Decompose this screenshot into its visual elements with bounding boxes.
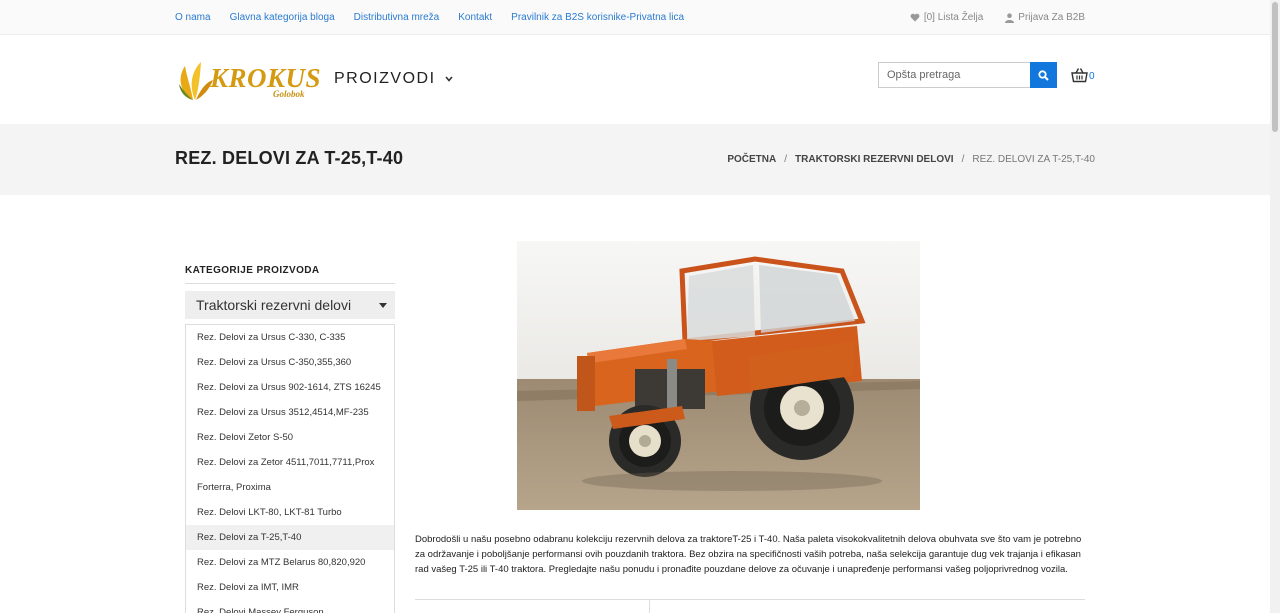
nav-link-blog[interactable]: Glavna kategorija bloga — [230, 12, 335, 23]
wishlist-link[interactable]: [0] Lista Želja — [910, 12, 983, 23]
page-title-band: REZ. DELOVI ZA T-25,T-40 POČETNA / TRAKT… — [0, 124, 1270, 195]
content-divider — [415, 599, 1085, 600]
crocus-flower-icon — [179, 62, 213, 100]
search-icon — [1038, 69, 1049, 81]
category-description: Dobrodošli u našu posebno odabranu kolek… — [415, 534, 1082, 575]
breadcrumb-home[interactable]: POČETNA — [727, 154, 776, 165]
category-list-item[interactable]: Rez. Delovi Massey Ferguson — [186, 600, 394, 613]
nav-link-about[interactable]: O nama — [175, 12, 211, 23]
login-label: Prijava Za B2B — [1018, 12, 1085, 23]
user-icon — [1005, 12, 1015, 23]
heart-icon — [910, 13, 920, 22]
logo-subtitle: Golobok — [273, 89, 305, 99]
category-list-item[interactable]: Rez. Delovi za IMT, IMR — [186, 575, 394, 600]
content-column-divider — [649, 600, 650, 613]
category-list-item[interactable]: Forterra, Proxima — [186, 475, 394, 500]
search-input[interactable] — [878, 62, 1030, 88]
breadcrumb-current: REZ. DELOVI ZA T-25,T-40 — [972, 154, 1095, 165]
breadcrumb: POČETNA / TRAKTORSKI REZERVNI DELOVI / R… — [727, 154, 1095, 165]
site-header: KROKUS Golobok PROIZVODI 0 — [0, 35, 1270, 124]
nav-link-rules[interactable]: Pravilnik za B2S korisnike-Privatna lica — [511, 12, 684, 23]
search-bar — [878, 62, 1057, 88]
top-right-links: [0] Lista Želja Prijava Za B2B — [888, 0, 1085, 35]
breadcrumb-category[interactable]: TRAKTORSKI REZERVNI DELOVI — [795, 154, 954, 165]
category-list-item[interactable]: Rez. Delovi za Ursus C-330, C-335 — [186, 325, 394, 350]
caret-down-icon — [379, 302, 387, 308]
cart-button[interactable]: 0 — [1071, 67, 1095, 83]
top-bar: O nama Glavna kategorija bloga Distribut… — [0, 0, 1270, 35]
breadcrumb-separator: / — [784, 154, 788, 165]
chevron-down-icon — [444, 74, 453, 85]
top-nav: O nama Glavna kategorija bloga Distribut… — [175, 0, 703, 35]
nav-link-contact[interactable]: Kontakt — [458, 12, 492, 23]
products-label: PROIZVODI — [334, 70, 436, 87]
category-list-item[interactable]: Rez. Delovi za MTZ Belarus 80,820,920 — [186, 550, 394, 575]
site-logo[interactable]: KROKUS Golobok — [175, 60, 321, 102]
scrollbar-thumb[interactable] — [1272, 2, 1278, 132]
category-list-item[interactable]: Rez. Delovi za Ursus C-350,355,360 — [186, 350, 394, 375]
basket-icon — [1071, 68, 1088, 83]
page-title: REZ. DELOVI ZA T-25,T-40 — [175, 148, 404, 168]
search-button[interactable] — [1030, 62, 1057, 88]
breadcrumb-separator: / — [961, 154, 965, 165]
category-list-item[interactable]: Rez. Delovi Zetor S-50 — [186, 425, 394, 450]
products-menu[interactable]: PROIZVODI — [334, 70, 453, 88]
category-list-item[interactable]: Rez. Delovi za Ursus 902-1614, ZTS 16245 — [186, 375, 394, 400]
nav-link-distribution[interactable]: Distributivna mreža — [354, 12, 440, 23]
category-select-value: Traktorski rezervni delovi — [196, 297, 352, 313]
cart-count: 0 — [1089, 70, 1095, 82]
category-select[interactable]: Traktorski rezervni delovi — [185, 291, 395, 319]
category-list-item[interactable]: Rez. Delovi za Zetor 4511,7011,7711,Prox — [186, 450, 394, 475]
page-scrollbar[interactable] — [1270, 0, 1280, 613]
login-link[interactable]: Prijava Za B2B — [1005, 12, 1085, 23]
wishlist-label: [0] Lista Želja — [923, 12, 984, 23]
category-list-item[interactable]: Rez. Delovi LKT-80, LKT-81 Turbo — [186, 500, 394, 525]
category-sidebar: KATEGORIJE PROIZVODA Traktorski rezervni… — [185, 265, 395, 613]
tractor-image — [517, 241, 920, 510]
category-list-item[interactable]: Rez. Delovi za Ursus 3512,4514,MF-235 — [186, 400, 394, 425]
category-list: Rez. Delovi za Ursus C-330, C-335 Rez. De… — [185, 324, 395, 613]
sidebar-title: KATEGORIJE PROIZVODA — [185, 265, 395, 284]
category-list-item[interactable]: Rez. Delovi za T-25,T-40 — [186, 525, 394, 550]
